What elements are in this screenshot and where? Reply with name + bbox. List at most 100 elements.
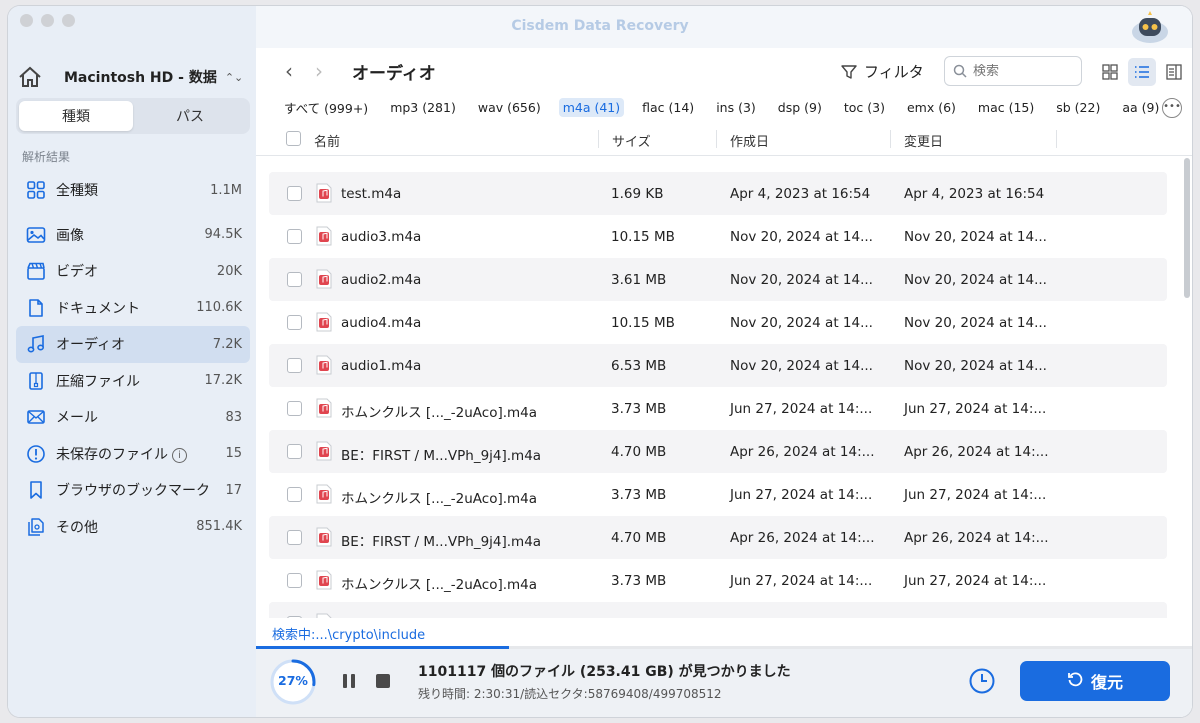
row-checkbox[interactable] bbox=[287, 444, 302, 459]
row-checkbox[interactable] bbox=[287, 358, 302, 373]
format-tab-mac[interactable]: mac (15) bbox=[974, 98, 1038, 117]
table-row[interactable]: audio2.m4a 3.61 MB Nov 20, 2024 at 14... No… bbox=[269, 258, 1167, 301]
file-size: 4.70 MB bbox=[611, 616, 666, 618]
row-checkbox[interactable] bbox=[287, 272, 302, 287]
format-tab-mp3[interactable]: mp3 (281) bbox=[386, 98, 460, 117]
row-checkbox[interactable] bbox=[287, 229, 302, 244]
table-row[interactable]: BE：FIRST / M...VPh_9j4].m4a 4.70 MB Apr 26… bbox=[269, 430, 1167, 473]
scrollbar[interactable] bbox=[1184, 158, 1190, 298]
format-tab-wav[interactable]: wav (656) bbox=[474, 98, 545, 117]
format-tab-all[interactable]: すべて (999+) bbox=[280, 96, 372, 119]
forward-button[interactable]: › bbox=[304, 59, 334, 83]
sidebar-item-archive[interactable]: 圧縮ファイル 17.2K bbox=[16, 363, 250, 400]
user-avatar-icon[interactable] bbox=[1128, 10, 1172, 46]
search-input[interactable] bbox=[973, 63, 1073, 79]
video-icon bbox=[26, 261, 46, 281]
column-name[interactable]: 名前 bbox=[314, 131, 340, 150]
format-tab-dsp[interactable]: dsp (9) bbox=[774, 98, 826, 117]
file-size: 4.70 MB bbox=[611, 444, 667, 460]
remaining-time: 残り時間: 2:30:31/読込セクタ:58769408/499708512 bbox=[418, 687, 722, 701]
audio-file-icon bbox=[316, 441, 332, 461]
recover-button[interactable]: 復元 bbox=[1020, 661, 1170, 701]
table-row[interactable]: test.m4a 1.69 KB Apr 4, 2023 at 16:54 Apr 4… bbox=[269, 172, 1167, 215]
file-name: BE：FIRST / M...VPh_9j4].m4a bbox=[341, 448, 542, 464]
back-button[interactable]: ‹ bbox=[274, 59, 304, 83]
format-tab-sb[interactable]: sb (22) bbox=[1052, 98, 1104, 117]
file-name: audio2.m4a bbox=[341, 272, 422, 288]
list-view-icon bbox=[1135, 66, 1149, 78]
pause-button[interactable] bbox=[342, 673, 356, 689]
history-clock-icon[interactable] bbox=[968, 667, 996, 695]
list-view-button[interactable] bbox=[1128, 58, 1156, 86]
drive-selector[interactable]: Macintosh HD - 数据 ⌃⌄ bbox=[18, 64, 248, 90]
file-created: Jun 27, 2024 at 14:... bbox=[730, 573, 873, 589]
select-all-checkbox[interactable] bbox=[286, 131, 301, 146]
sidebar-item-unsaved[interactable]: 未保存のファイル i 15 bbox=[16, 436, 250, 473]
sidebar-item-label: 全種類 bbox=[56, 183, 98, 200]
info-icon[interactable]: i bbox=[172, 447, 187, 463]
column-created[interactable]: 作成日 bbox=[730, 131, 769, 150]
sidebar-item-audio[interactable]: オーディオ 7.2K bbox=[16, 326, 250, 363]
table-row[interactable]: BE：FIRST / M...VPh_9j4].m4a 4.70 MB Apr 26… bbox=[269, 516, 1167, 559]
search-box[interactable] bbox=[944, 56, 1082, 86]
table-row[interactable]: ホムンクルス [..._-2uAco].m4a 3.73 MB Jun 27, 20… bbox=[269, 559, 1167, 602]
file-size: 4.70 MB bbox=[611, 530, 667, 546]
file-name: ホムンクルス [..._-2uAco].m4a bbox=[341, 491, 538, 507]
file-size: 1.69 KB bbox=[611, 186, 664, 202]
file-created: Nov 20, 2024 at 14... bbox=[730, 315, 873, 331]
table-row[interactable]: audio1.m4a 6.53 MB Nov 20, 2024 at 14... No… bbox=[269, 344, 1167, 387]
sidebar-item-label: その他 bbox=[56, 519, 98, 536]
format-tab-aa[interactable]: aa (9) bbox=[1118, 98, 1163, 117]
sidebar-item-all-types[interactable]: 全種類 1.1M bbox=[16, 172, 250, 209]
sidebar-item-bookmark[interactable]: ブラウザのブックマーク 17 bbox=[16, 472, 250, 509]
mail-icon bbox=[26, 407, 46, 427]
table-row[interactable]: audio3.m4a 10.15 MB Nov 20, 2024 at 14... N… bbox=[269, 215, 1167, 258]
home-icon[interactable] bbox=[18, 66, 42, 88]
file-name: test.m4a bbox=[341, 186, 402, 202]
file-list: test.m4a 1.69 KB Apr 4, 2023 at 16:54 Apr 4… bbox=[269, 172, 1167, 618]
column-size[interactable]: サイズ bbox=[612, 131, 651, 150]
row-checkbox[interactable] bbox=[287, 401, 302, 416]
file-created: Apr 26, 2024 at 14:... bbox=[730, 530, 875, 546]
format-tab-ins[interactable]: ins (3) bbox=[712, 98, 760, 117]
filter-button[interactable]: フィルタ bbox=[840, 61, 924, 82]
file-created: Apr 26, 2024 at 14:... bbox=[730, 444, 875, 460]
file-name: BE：FIRST / M...VPh_9j4].m4a bbox=[341, 534, 542, 550]
sidebar-item-image[interactable]: 画像 94.5K bbox=[16, 217, 250, 254]
sidebar-item-document[interactable]: ドキュメント 110.6K bbox=[16, 290, 250, 327]
sidebar-item-other[interactable]: その他 851.4K bbox=[16, 509, 250, 546]
sidebar-item-label: 未保存のファイル i bbox=[56, 444, 225, 464]
grid-view-button[interactable] bbox=[1096, 58, 1124, 86]
row-checkbox[interactable] bbox=[287, 315, 302, 330]
sidebar-item-video[interactable]: ビデオ 20K bbox=[16, 253, 250, 290]
stop-button[interactable] bbox=[376, 674, 390, 688]
row-checkbox[interactable] bbox=[287, 530, 302, 545]
format-tab-emx[interactable]: emx (6) bbox=[903, 98, 960, 117]
table-row[interactable]: ホムンクルス [..._-2uAco].m4a 3.73 MB Jun 27, 20… bbox=[269, 473, 1167, 516]
detail-view-button[interactable] bbox=[1160, 58, 1188, 86]
segment-type[interactable]: 種類 bbox=[19, 101, 133, 131]
more-options-icon[interactable]: ••• bbox=[1162, 98, 1182, 118]
sidebar-item-text: 未保存のファイル bbox=[56, 446, 168, 463]
table-row[interactable]: BE：FIRST / M...VPh_9j4].m4a 4.70 MB Apr 26… bbox=[269, 602, 1167, 618]
row-checkbox[interactable] bbox=[287, 186, 302, 201]
table-row[interactable]: ホムンクルス [..._-2uAco].m4a 3.73 MB Jun 27, 20… bbox=[269, 387, 1167, 430]
file-name: audio3.m4a bbox=[341, 229, 422, 245]
sidebar-item-mail[interactable]: メール 83 bbox=[16, 399, 250, 436]
column-divider bbox=[1056, 130, 1057, 148]
segment-path[interactable]: パス bbox=[133, 101, 247, 131]
row-checkbox[interactable] bbox=[287, 573, 302, 588]
format-tab-m4a[interactable]: m4a (41) bbox=[558, 97, 625, 117]
row-checkbox[interactable] bbox=[287, 616, 302, 618]
format-tab-toc[interactable]: toc (3) bbox=[840, 98, 889, 117]
format-tab-flac[interactable]: flac (14) bbox=[638, 98, 698, 117]
status-bar: 27% 1101117 個のファイル (253.41 GB) が見つかりました … bbox=[256, 649, 1192, 717]
table-row[interactable]: audio4.m4a 10.15 MB Nov 20, 2024 at 14... N… bbox=[269, 301, 1167, 344]
page-title: オーディオ bbox=[352, 63, 436, 84]
app-window: Macintosh HD - 数据 ⌃⌄ 種類 パス 解析結果 全種類 1.1M… bbox=[8, 6, 1192, 717]
audio-file-icon bbox=[316, 312, 332, 332]
unsaved-icon bbox=[26, 444, 46, 464]
sidebar-item-count: 110.6K bbox=[196, 300, 242, 316]
column-modified[interactable]: 変更日 bbox=[904, 131, 943, 150]
row-checkbox[interactable] bbox=[287, 487, 302, 502]
